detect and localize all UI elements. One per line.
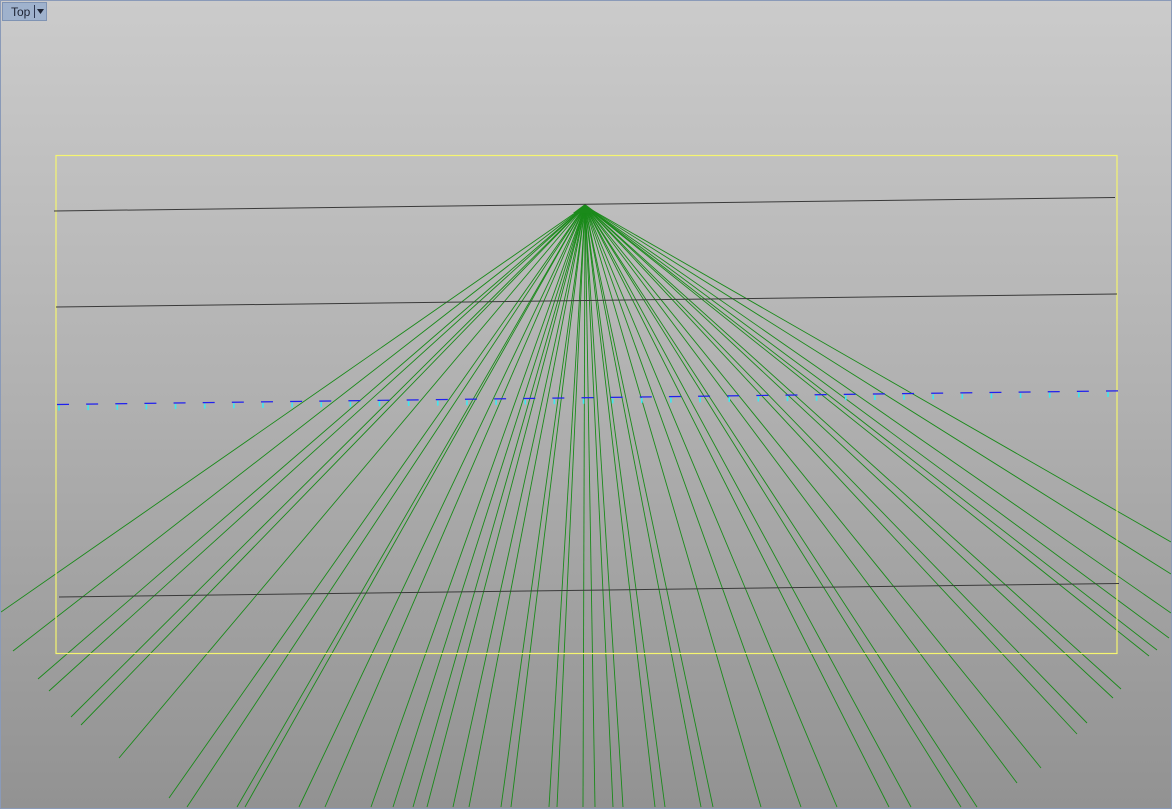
ray-line [37,205,586,680]
ray-line [584,205,596,808]
ray-line [186,205,586,808]
ray-line [584,205,614,808]
ray-line [80,205,586,726]
ray-line [12,205,586,652]
ray-line [584,205,1018,784]
viewport-label-text: Top [11,5,31,19]
ray-line [584,205,1150,657]
ray-line [236,205,586,808]
ray-line [118,205,586,759]
scene-canvas [1,154,1171,808]
ray-line [582,205,586,808]
ray-line [500,205,586,808]
ray-line [584,205,1171,614]
ray-apex-marker [573,204,597,213]
ray-line [392,205,586,808]
ray-line [584,205,1078,735]
ray-line [370,205,586,808]
viewport-label-tab[interactable]: Top [2,2,48,21]
ray-line [70,205,586,718]
ray-line [584,205,1170,639]
ray-line [584,205,1114,699]
ray-line [584,205,1171,543]
dashed-marker-line [56,390,1119,411]
ray-line [548,205,586,808]
ray-line [584,205,890,808]
ray-line [584,205,838,808]
ray-line [584,205,912,808]
ray-fan [1,204,1171,808]
ray-line [584,205,702,808]
viewport-top[interactable]: Top [0,0,1172,809]
ray-line [584,205,1158,651]
ray-line [468,205,586,808]
ray-line [584,205,1042,769]
triangle-down-icon[interactable] [35,3,46,20]
ray-line [584,205,656,808]
ray-line [48,205,586,692]
ray-line [412,205,586,808]
ray-line [298,205,586,808]
ray-line [244,205,586,808]
ray-line [584,205,1171,575]
guide-line-bottom [58,583,1120,598]
ray-line [452,205,586,808]
